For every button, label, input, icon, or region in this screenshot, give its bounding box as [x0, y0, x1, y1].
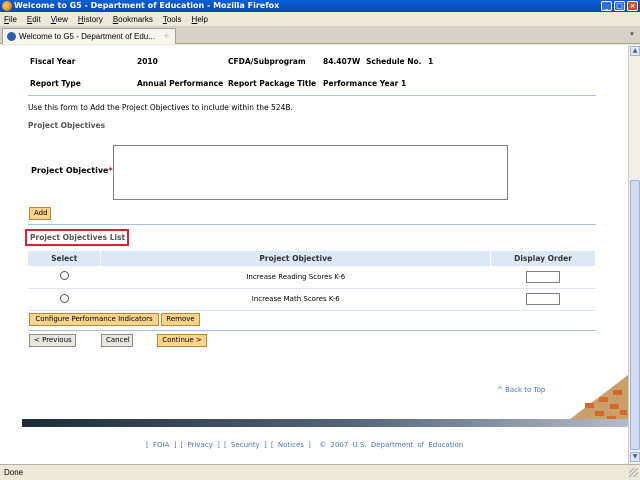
menu-history[interactable]: History: [78, 15, 103, 24]
status-bar: Done: [0, 464, 640, 480]
header-select: Select: [28, 251, 102, 266]
continue-button[interactable]: Continue >: [157, 334, 207, 347]
menu-file[interactable]: File: [4, 15, 17, 24]
list-all-tabs-icon[interactable]: ▾: [627, 30, 637, 40]
select-radio[interactable]: [59, 271, 69, 281]
tab-bar: Welcome to G5 - Department of Edu... ÷ ▾: [0, 26, 640, 44]
notices-link[interactable]: Notices: [278, 441, 304, 449]
back-to-top-link[interactable]: ^ Back to Top: [497, 386, 545, 394]
menu-tools[interactable]: Tools: [163, 15, 182, 24]
copyright-text: © 2007 U.S. Department of Education: [319, 441, 464, 449]
objective-cell: Increase Math Scores K-6: [100, 288, 491, 311]
select-radio[interactable]: [59, 293, 69, 303]
tab-title: Welcome to G5 - Department of Edu...: [19, 32, 155, 41]
section-label: Project Objectives: [28, 121, 106, 130]
scroll-thumb[interactable]: [630, 180, 640, 450]
order-cell: [490, 288, 596, 311]
fiscal-year-label: Fiscal Year: [30, 57, 76, 66]
report-type-value: Annual Performance: [137, 79, 224, 88]
menu-view[interactable]: View: [51, 15, 68, 24]
objective-label-text: Project Objective: [31, 166, 109, 175]
display-order-input[interactable]: [526, 292, 561, 305]
menu-help[interactable]: Help: [192, 15, 208, 24]
cfda-label: CFDA/Subprogram: [228, 57, 306, 66]
report-type-label: Report Type: [30, 79, 81, 88]
site-favicon-icon: [7, 32, 16, 41]
objective-label: Project Objective*: [31, 166, 113, 175]
previous-button[interactable]: < Previous: [29, 334, 76, 347]
objectives-table: Select Project Objective Display Order I…: [28, 251, 596, 311]
tab-g5[interactable]: Welcome to G5 - Department of Edu... ÷: [2, 28, 176, 44]
fiscal-year-value: 2010: [137, 57, 158, 66]
maximize-button[interactable]: □: [614, 1, 625, 11]
scroll-up-icon[interactable]: ▲: [630, 46, 640, 56]
divider: [28, 95, 596, 96]
menu-bookmarks[interactable]: Bookmarks: [113, 15, 153, 24]
resize-grip-icon[interactable]: [629, 468, 638, 477]
firefox-icon: [2, 1, 12, 11]
window-controls: _ □ ×: [601, 1, 638, 11]
classroom-decoration: [555, 373, 628, 423]
privacy-link[interactable]: Privacy: [188, 441, 213, 449]
objective-cell: Increase Reading Scores K-6: [100, 266, 491, 289]
close-button[interactable]: ×: [627, 1, 638, 11]
window-title-bar: Welcome to G5 - Department of Education …: [0, 0, 640, 12]
header-objective: Project Objective: [100, 251, 492, 266]
display-order-input[interactable]: [526, 270, 561, 283]
select-cell: [28, 266, 101, 289]
objective-textarea[interactable]: [113, 145, 508, 200]
header-display-order: Display Order: [490, 251, 596, 266]
status-text: Done: [4, 468, 24, 477]
page-content: Fiscal Year 2010 CFDA/Subprogram 84.407W…: [0, 45, 628, 464]
cancel-button[interactable]: Cancel: [101, 334, 133, 347]
package-title-value: Performance Year 1: [323, 79, 407, 88]
package-title-label: Report Package Title: [228, 79, 317, 88]
footer-links: [ FOIA ] [ Privacy ] [ Security ] [ Noti…: [146, 441, 464, 449]
cfda-value: 84.407W: [323, 57, 361, 66]
menu-bar: File Edit View History Bookmarks Tools H…: [0, 12, 640, 26]
configure-indicators-button[interactable]: Configure Performance Indicators: [29, 313, 159, 326]
table-header-row: Select Project Objective Display Order: [28, 251, 596, 266]
minimize-button[interactable]: _: [601, 1, 612, 11]
order-cell: [490, 266, 596, 289]
foia-link[interactable]: FOIA: [153, 441, 169, 449]
schedule-label: Schedule No.: [366, 57, 422, 66]
table-row: Increase Reading Scores K-6: [28, 266, 596, 289]
security-link[interactable]: Security: [231, 441, 260, 449]
divider: [28, 330, 596, 331]
schedule-value: 1: [428, 57, 434, 66]
vertical-scrollbar[interactable]: ▲ ▼: [628, 45, 640, 464]
menu-edit[interactable]: Edit: [27, 15, 41, 24]
window-title: Welcome to G5 - Department of Education …: [14, 1, 280, 10]
add-button[interactable]: Add: [29, 207, 51, 220]
select-cell: [28, 288, 101, 311]
tab-close-icon[interactable]: ÷: [164, 29, 169, 44]
scroll-down-icon[interactable]: ▼: [630, 452, 640, 462]
divider: [28, 224, 596, 225]
footer-band: [22, 419, 628, 427]
form-instructions: Use this form to Add the Project Objecti…: [28, 103, 293, 112]
table-row: Increase Math Scores K-6: [28, 288, 596, 311]
remove-button[interactable]: Remove: [161, 313, 200, 326]
list-title: Project Objectives List: [30, 233, 126, 242]
